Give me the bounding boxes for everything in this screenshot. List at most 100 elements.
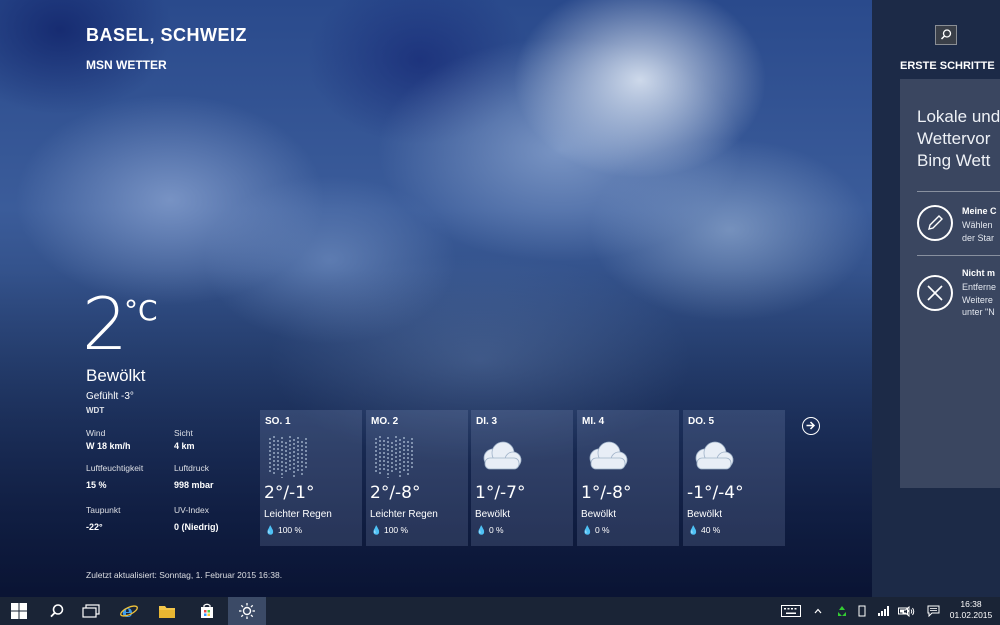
search-icon [940,29,952,40]
droplet-icon: 💧 [371,525,382,535]
temperature-unit[interactable]: °C [124,294,158,327]
humidity-value: 15 % [86,480,107,490]
touch-keyboard-button[interactable] [776,597,806,625]
forecast-day-label: DO. 5 [688,416,715,427]
recycle-icon [838,606,846,616]
sun-icon [239,603,255,619]
droplet-icon: 💧 [582,525,593,535]
taskbar-internet-explorer[interactable]: e [110,597,148,625]
forecast-temps: 2°/-1° [264,483,315,503]
current-condition: Bewölkt [86,366,146,385]
forecast-precipitation: 💧 100 % [371,525,409,535]
forecast-precipitation: 💧 0 % [476,525,504,535]
taskbar-weather-app[interactable] [228,597,266,625]
folder-icon [159,606,175,618]
panel-item-my-city-desc: Wählen der Star [962,220,995,243]
forecast-precipitation: 💧 100 % [265,525,303,535]
pressure-label: Luftdruck [174,463,209,473]
wind-value: W 18 km/h [86,441,131,451]
droplet-icon: 💧 [265,525,276,535]
internet-explorer-icon: e [120,602,138,621]
forecast-precipitation: 💧 40 % [688,525,721,535]
action-center-button[interactable] [922,597,944,625]
forecast-temps: 1°/-8° [581,483,632,503]
divider [917,255,1000,256]
forecast-condition: Bewölkt [581,509,617,520]
panel-item-dismiss-desc: Entferne Weitere unter "N [962,282,997,317]
last-updated: Zuletzt aktualisiert: Sonntag, 1. Februa… [86,570,283,580]
arrow-right-icon [806,421,816,430]
dewpoint-value: -22° [86,522,103,532]
tray-device-icon[interactable] [852,597,872,625]
app-name: MSN WETTER [86,58,167,72]
rain-icon [269,436,307,478]
panel-item-dismiss-title[interactable]: Nicht m [962,268,995,278]
divider [917,191,1000,192]
taskbar-search-button[interactable] [38,597,76,625]
uv-label: UV-Index [174,505,209,515]
dewpoint-label: Taupunkt [86,505,121,515]
forecast-day-1[interactable]: SO. 1 2°/-1° Leichter Regen 💧 100 % [260,410,362,546]
forecast-condition: Leichter Regen [370,509,438,520]
panel-heading: Lokale und Wettervor Bing Wett [917,107,1000,170]
notification-icon [927,605,939,617]
store-icon [201,603,213,618]
visibility-value: 4 km [174,441,195,451]
panel-item-my-city-title[interactable]: Meine C [962,206,997,216]
feels-like: Gefühlt -3° [86,391,134,402]
forecast-day-label: DI. 3 [476,416,498,427]
show-hidden-icons-button[interactable] [810,597,826,625]
data-provider: WDT [86,406,105,415]
windows-logo-icon [11,603,27,619]
humidity-label: Luftfeuchtigkeit [86,463,144,473]
getting-started-card: Lokale und Wettervor Bing Wett Meine C W… [900,79,1000,488]
forecast-day-4[interactable]: MI. 4 1°/-8° Bewölkt 💧 0 % [577,410,679,546]
forecast-day-5[interactable]: DO. 5 -1°/-4° Bewölkt 💧 40 % [683,410,785,546]
forecast-temps: -1°/-4° [687,483,744,503]
taskbar-store[interactable] [188,597,226,625]
forecast-temps: 2°/-8° [370,483,421,503]
forecast-day-3[interactable]: DI. 3 1°/-7° Bewölkt 💧 0 % [471,410,573,546]
search-button[interactable] [935,25,957,45]
speaker-icon [902,605,914,617]
edit-icon[interactable] [917,205,953,241]
panel-title: ERSTE SCHRITTE [900,60,995,72]
signal-icon [878,606,889,616]
forecast-day-label: MI. 4 [582,416,605,427]
wind-label: Wind [86,428,106,438]
visibility-label: Sicht [174,428,193,438]
rain-icon [375,436,413,478]
cloud-icon [695,441,734,470]
droplet-icon: 💧 [476,525,487,535]
usb-icon [858,605,866,617]
forecast-day-label: MO. 2 [371,416,399,427]
current-temperature: 2 [82,282,128,366]
uv-value: 0 (Niedrig) [174,522,219,532]
forecast-day-2[interactable]: MO. 2 2°/-8° Leichter Regen 💧 100 % [366,410,468,546]
forecast-temps: 1°/-7° [475,483,526,503]
taskbar-file-explorer[interactable] [148,597,186,625]
network-button[interactable] [874,597,894,625]
clock-date[interactable]: 01.02.2015 [944,610,998,620]
close-icon[interactable] [917,275,953,311]
tray-app-icon[interactable] [832,597,852,625]
search-icon [50,604,64,618]
forecast-condition: Leichter Regen [264,509,332,520]
volume-button[interactable] [898,597,918,625]
keyboard-icon [781,605,801,617]
task-view-button[interactable] [72,597,110,625]
start-button[interactable] [0,597,38,625]
taskbar: e 16:38 01.02.2015 [0,597,1000,625]
cloud-icon [589,441,628,470]
forecast-condition: Bewölkt [475,509,511,520]
task-view-icon [82,604,100,618]
chevron-up-icon [814,608,822,614]
droplet-icon: 💧 [688,525,699,535]
forecast-next-button[interactable] [802,417,820,435]
svg-text:e: e [122,602,133,621]
city-title: BASEL, SCHWEIZ [86,25,248,45]
clock-time[interactable]: 16:38 [944,599,998,609]
forecast-day-label: SO. 1 [265,416,291,427]
forecast-precipitation: 💧 0 % [582,525,610,535]
pressure-value: 998 mbar [174,480,214,490]
